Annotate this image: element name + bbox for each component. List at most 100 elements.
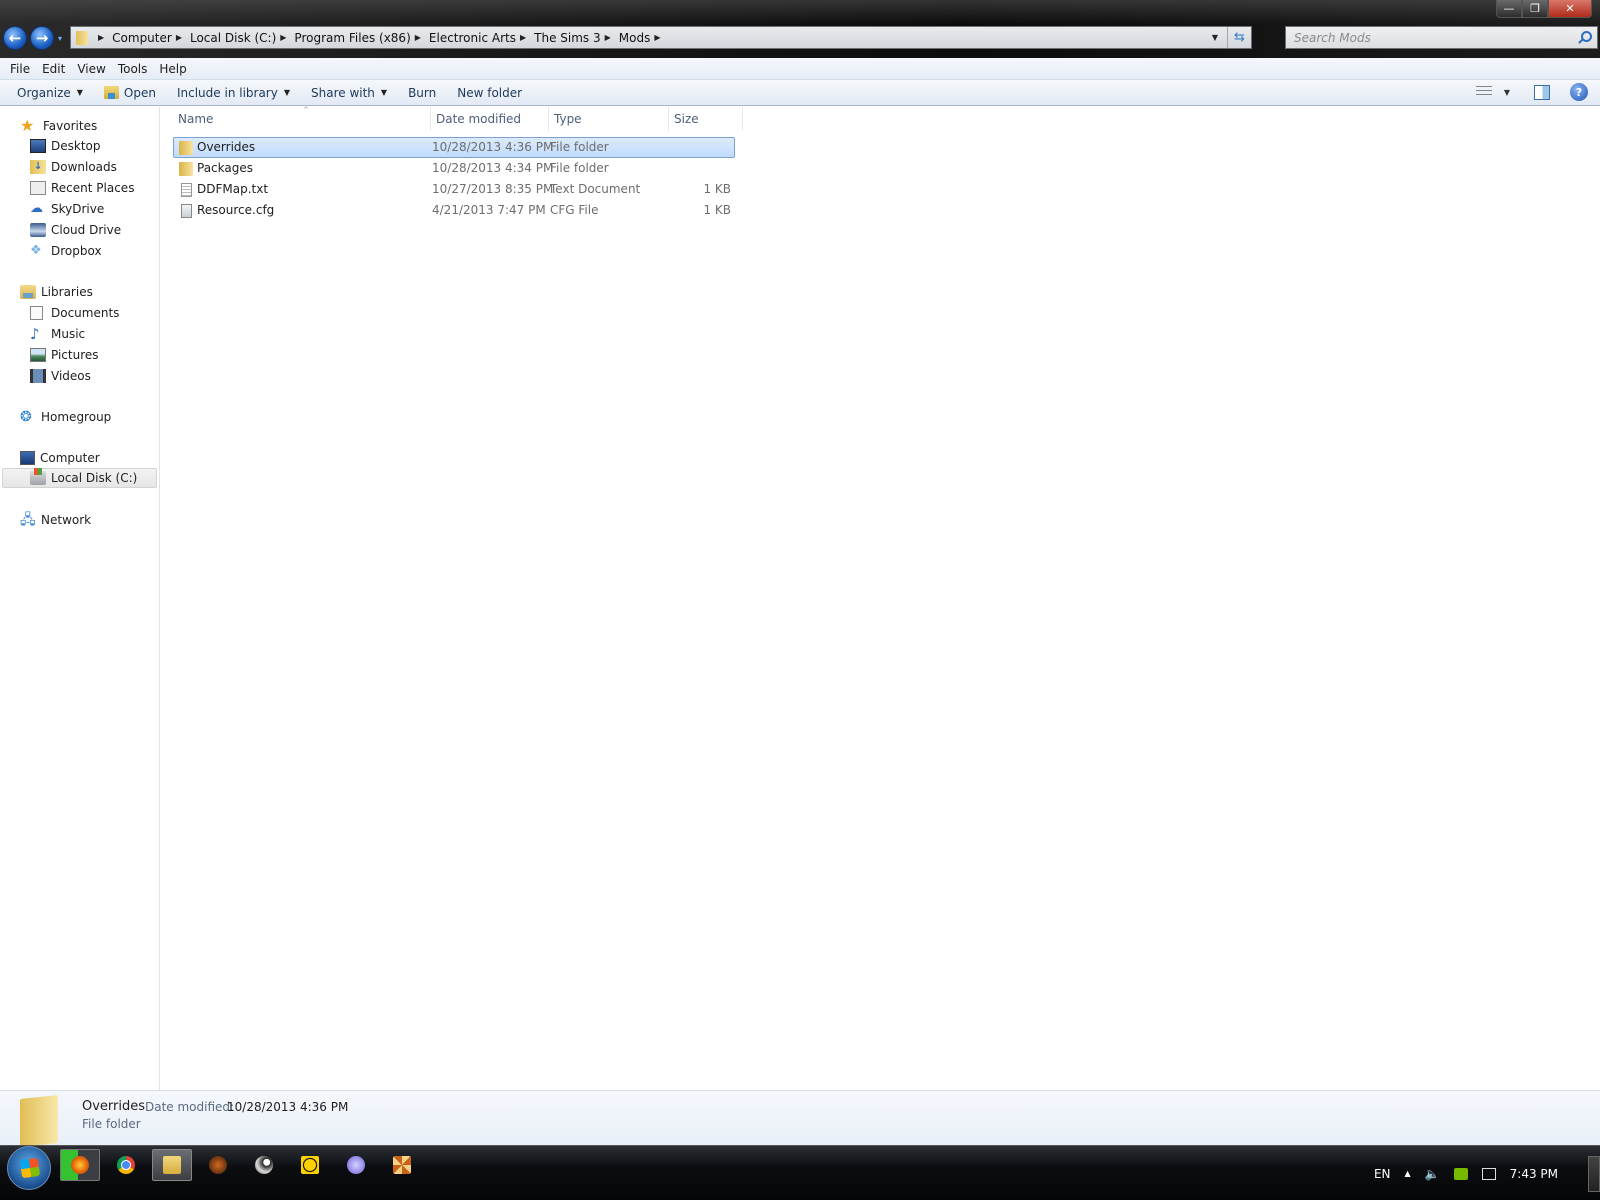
- column-header-name[interactable]: Name ^: [173, 106, 431, 131]
- nav-videos[interactable]: Videos: [30, 366, 91, 386]
- network-status-icon[interactable]: [1481, 1167, 1496, 1180]
- burn-label: Burn: [408, 85, 437, 100]
- file-row[interactable]: Packages 10/28/2013 4:34 PM File folder: [173, 158, 735, 179]
- nav-favorites[interactable]: ★ Favorites: [20, 116, 97, 136]
- nav-documents[interactable]: Documents: [30, 303, 119, 323]
- breadcrumb-mods[interactable]: Mods ▶: [619, 27, 669, 48]
- nav-network[interactable]: 🖧 Network: [20, 510, 91, 530]
- nav-local-disk-c[interactable]: Local Disk (C:): [2, 468, 157, 488]
- nav-computer[interactable]: Computer: [20, 448, 100, 468]
- chevron-down-icon: ▼: [76, 88, 83, 97]
- chevron-right-icon[interactable]: ▶: [176, 33, 182, 42]
- file-type: Text Document: [550, 182, 641, 196]
- chevron-right-icon[interactable]: ▶: [415, 33, 421, 42]
- open-button[interactable]: Open: [103, 86, 156, 100]
- taskbar-firefox[interactable]: [60, 1149, 100, 1181]
- nav-libraries[interactable]: Libraries: [20, 282, 93, 302]
- file-date: 10/28/2013 4:34 PM: [432, 161, 554, 175]
- folder-icon: [20, 1095, 58, 1147]
- nav-label: Computer: [40, 451, 100, 465]
- taskbar-sims3[interactable]: [382, 1149, 422, 1181]
- show-desktop-button[interactable]: [1588, 1155, 1600, 1192]
- taskbar-windows-explorer[interactable]: [152, 1149, 192, 1181]
- search-input[interactable]: [1286, 30, 1575, 45]
- breadcrumb-electronic-arts[interactable]: Electronic Arts ▶: [429, 27, 534, 48]
- nvidia-icon[interactable]: [1453, 1167, 1468, 1180]
- include-in-library-button[interactable]: Include in library ▼: [177, 86, 290, 100]
- breadcrumb-root-arrow[interactable]: ▶: [94, 27, 112, 48]
- address-bar[interactable]: ▶ Computer ▶ Local Disk (C:) ▶ Program Fil…: [70, 26, 1252, 49]
- maximize-button[interactable]: ❐: [1522, 0, 1548, 18]
- taskbar-steam[interactable]: [244, 1149, 284, 1181]
- nav-cloud-drive[interactable]: Cloud Drive: [30, 220, 121, 240]
- breadcrumb-label: Program Files (x86): [294, 30, 411, 45]
- chevron-right-icon[interactable]: ▶: [520, 33, 526, 42]
- refresh-button[interactable]: ⇆: [1227, 27, 1251, 48]
- breadcrumb-computer[interactable]: Computer ▶: [112, 27, 190, 48]
- nav-homegroup[interactable]: ❂ Homegroup: [20, 407, 111, 427]
- recent-pages-dropdown[interactable]: ▾: [58, 34, 62, 43]
- start-button[interactable]: [7, 1146, 51, 1190]
- nav-pictures[interactable]: Pictures: [30, 345, 99, 365]
- organize-button[interactable]: Organize ▼: [17, 86, 83, 100]
- forward-button[interactable]: →: [30, 26, 54, 50]
- taskbar-diablo[interactable]: [198, 1149, 238, 1181]
- libraries-icon: [20, 285, 36, 299]
- breadcrumb-the-sims-3[interactable]: The Sims 3 ▶: [534, 27, 619, 48]
- close-button[interactable]: ✕: [1548, 0, 1592, 18]
- explorer-icon: [163, 1156, 181, 1174]
- search-box[interactable]: [1285, 26, 1598, 49]
- help-icon[interactable]: ?: [1570, 83, 1588, 101]
- nav-recent-places[interactable]: Recent Places: [30, 178, 134, 198]
- taskbar-utorrent[interactable]: [336, 1149, 376, 1181]
- chevron-right-icon[interactable]: ▶: [605, 33, 611, 42]
- nav-dropbox[interactable]: ❖ Dropbox: [30, 241, 102, 261]
- menu-view[interactable]: View: [71, 62, 111, 76]
- breadcrumb-program-files[interactable]: Program Files (x86) ▶: [294, 27, 428, 48]
- file-row[interactable]: DDFMap.txt 10/27/2013 8:35 PM Text Docum…: [173, 179, 735, 200]
- file-row[interactable]: Resource.cfg 4/21/2013 7:47 PM CFG File …: [173, 200, 735, 221]
- preview-pane-toggle[interactable]: [1534, 84, 1550, 100]
- chevron-right-icon[interactable]: ▶: [654, 33, 660, 42]
- new-folder-button[interactable]: New folder: [457, 86, 522, 100]
- new-folder-label: New folder: [457, 85, 523, 100]
- pictures-icon: [30, 348, 46, 362]
- forward-arrow-icon: →: [35, 29, 49, 47]
- sims3-icon: [393, 1156, 411, 1174]
- chevron-right-icon[interactable]: ▶: [280, 33, 286, 42]
- volume-icon[interactable]: 🔈: [1425, 1167, 1440, 1181]
- nav-music[interactable]: ♪ Music: [30, 324, 85, 344]
- file-date: 10/27/2013 8:35 PM: [432, 182, 554, 196]
- menu-edit[interactable]: Edit: [36, 62, 71, 76]
- search-icon[interactable]: [1575, 29, 1593, 47]
- breadcrumb-label: Local Disk (C:): [189, 30, 277, 45]
- change-view-icon[interactable]: [1475, 86, 1492, 98]
- column-header-size[interactable]: Size: [669, 107, 743, 131]
- menu-help[interactable]: Help: [153, 62, 192, 76]
- nav-label: Pictures: [51, 348, 99, 362]
- column-header-date-modified[interactable]: Date modified: [431, 107, 549, 131]
- burn-button[interactable]: Burn: [408, 86, 436, 100]
- nav-desktop[interactable]: Desktop: [30, 136, 101, 156]
- address-history-dropdown[interactable]: ▼: [1207, 27, 1223, 48]
- file-row[interactable]: Overrides 10/28/2013 4:36 PM File folder: [173, 137, 735, 158]
- file-type: CFG File: [550, 203, 599, 217]
- sort-ascending-icon: ^: [303, 106, 309, 114]
- share-with-button[interactable]: Share with ▼: [311, 86, 387, 100]
- clock[interactable]: 7:43 PM: [1510, 1167, 1558, 1181]
- nav-skydrive[interactable]: ☁ SkyDrive: [30, 199, 104, 219]
- taskbar-chrome[interactable]: [106, 1149, 146, 1181]
- taskbar-norton[interactable]: [290, 1149, 330, 1181]
- minimize-button[interactable]: —: [1496, 0, 1522, 18]
- menu-file[interactable]: File: [4, 62, 36, 76]
- language-indicator[interactable]: EN: [1374, 1167, 1391, 1181]
- column-header-type[interactable]: Type: [549, 107, 669, 131]
- nav-label: Downloads: [51, 160, 117, 174]
- menu-tools[interactable]: Tools: [112, 62, 154, 76]
- breadcrumb-local-disk[interactable]: Local Disk (C:) ▶: [190, 27, 294, 48]
- cloud-drive-icon: [30, 223, 46, 237]
- view-options-dropdown[interactable]: ▼: [1504, 88, 1510, 97]
- nav-downloads[interactable]: Downloads: [30, 157, 117, 177]
- back-button[interactable]: ←: [3, 26, 27, 50]
- show-hidden-icons-button[interactable]: ▲: [1405, 1169, 1411, 1178]
